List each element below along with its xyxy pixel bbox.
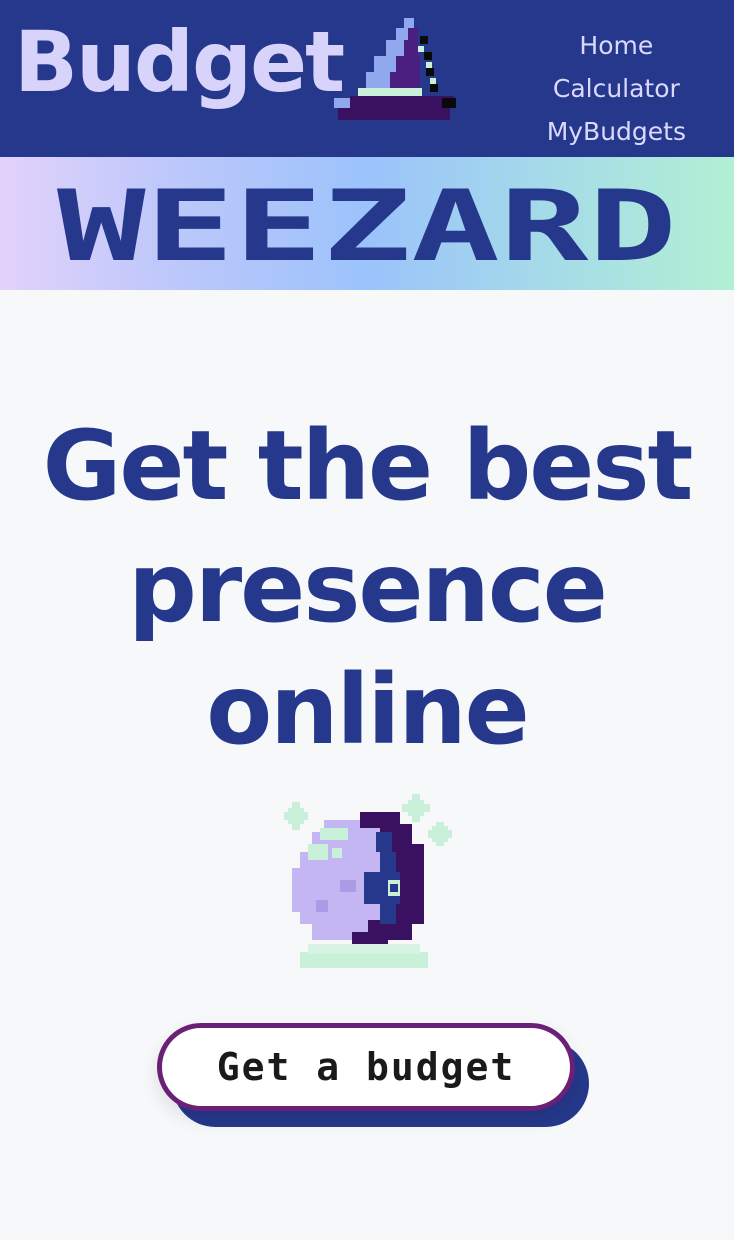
nav-link-home[interactable]: Home [579,24,653,67]
svg-text:WEEZARD: WEEZARD [57,170,677,284]
brand-logo-text[interactable]: Budget [14,20,345,104]
crystal-ball-icon [284,794,452,968]
nav-link-mybudgets[interactable]: MyBudgets [547,110,686,153]
headline-line: Get the best [42,410,694,522]
nav-link-calculator[interactable]: Calculator [553,67,680,110]
brand-banner: WEEZARD [0,157,734,290]
get-budget-button[interactable]: Get a budget [157,1023,575,1111]
wizard-hat-icon [334,18,456,120]
weezard-wordmark: WEEZARD [57,170,677,284]
main-nav: Home Calculator MyBudgets [547,24,686,153]
site-header: Budget Home Calculator MyBudgets [0,0,734,157]
headline-line: presence [128,532,608,644]
headline-line: online [206,654,530,766]
hero-headline: Get the best presence online [0,405,734,771]
